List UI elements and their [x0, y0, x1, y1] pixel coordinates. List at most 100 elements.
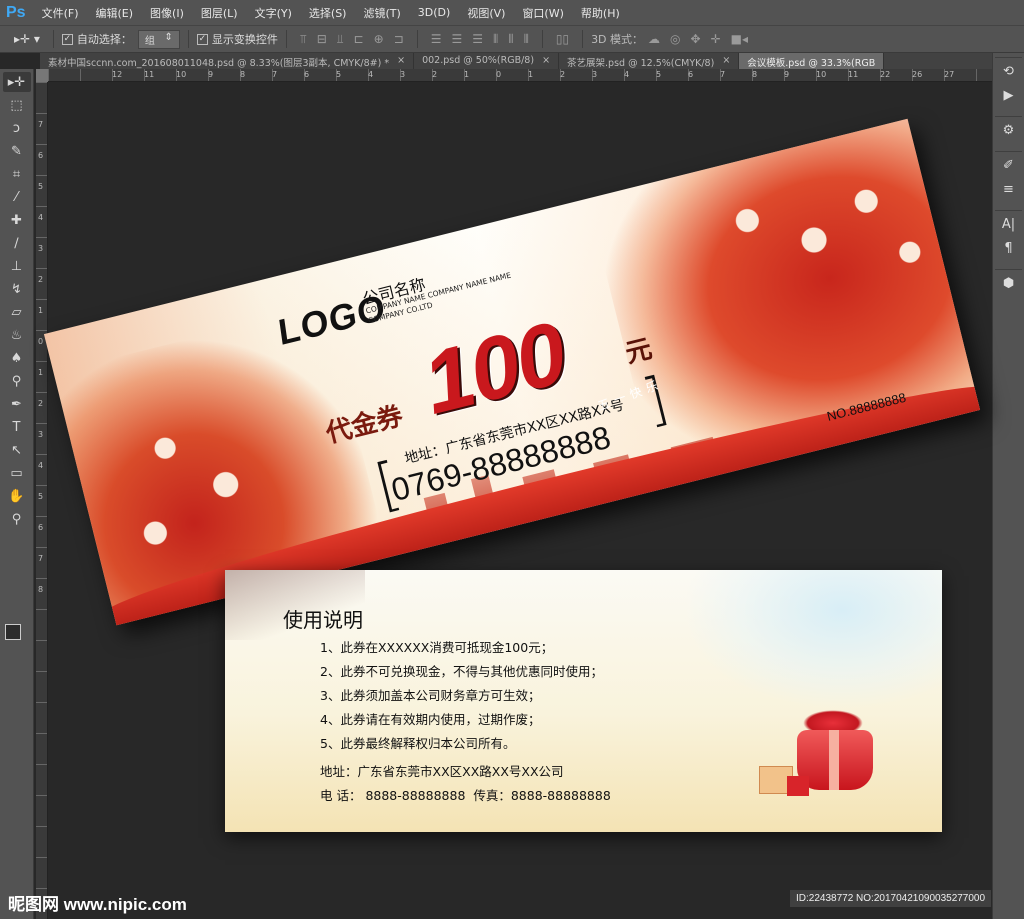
ruler-tick-label: 6	[38, 523, 44, 532]
align-hcenter-icon[interactable]: ⊕	[374, 32, 384, 46]
distribute-left-icon[interactable]: ⦀	[493, 32, 498, 47]
ruler-tick-label: 22	[880, 70, 891, 79]
menu-layer[interactable]: 图层(L)	[201, 5, 238, 21]
panel-group: ✐ ≡	[995, 151, 1022, 206]
3d-pan-icon[interactable]: ✥	[691, 32, 701, 46]
panel-group: A| ¶	[995, 210, 1022, 265]
background-glow	[682, 570, 942, 710]
menu-image[interactable]: 图像(I)	[150, 5, 184, 21]
ruler-tick-label: 7	[720, 70, 726, 79]
menu-type[interactable]: 文字(Y)	[255, 5, 292, 21]
menu-view[interactable]: 视图(V)	[467, 5, 505, 21]
ruler-tick-label: 0	[38, 337, 44, 346]
ruler-tick-label: 1	[38, 368, 44, 377]
3d-panel-icon[interactable]: ⬢	[995, 276, 1022, 300]
instruction-item: 2、此券不可兑换现金，不得与其他优惠同时使用；	[320, 664, 603, 679]
shape-tool-icon[interactable]: ▭	[3, 463, 31, 483]
history-panel-icon[interactable]: ⟲	[995, 64, 1022, 88]
ruler-tick-label: 11	[848, 70, 859, 79]
menu-filter[interactable]: 滤镜(T)	[363, 5, 400, 21]
panel-group: ⚙	[995, 116, 1022, 147]
tab-label: 会议模板.psd @ 33.3%(RGB	[747, 58, 876, 69]
ruler-tick-label: 11	[144, 70, 155, 79]
ruler-tick-label: 1	[464, 70, 470, 79]
menu-edit[interactable]: 编辑(E)	[96, 5, 134, 21]
tab-label: 素材中国sccnn.com_201608011048.psd @ 8.33%(图…	[48, 58, 390, 69]
menu-select[interactable]: 选择(S)	[309, 5, 347, 21]
small-gift-red-icon	[787, 776, 809, 796]
distribute-bottom-icon[interactable]: ☰	[472, 32, 483, 46]
eyedropper-tool-icon[interactable]: ⁄	[3, 187, 31, 207]
distribute-top-icon[interactable]: ☰	[431, 32, 442, 46]
character-panel-icon[interactable]: A|	[995, 217, 1022, 241]
brush-panel-icon[interactable]: ≡	[995, 182, 1022, 206]
3d-roll-icon[interactable]: ◎	[670, 32, 680, 46]
tab-document-4[interactable]: 会议模板.psd @ 33.3%(RGB	[739, 53, 885, 69]
tab-document-1[interactable]: 素材中国sccnn.com_201608011048.psd @ 8.33%(图…	[40, 53, 415, 69]
zoom-tool-icon[interactable]: ⚲	[3, 509, 31, 529]
3d-mode-label: 3D 模式：	[591, 33, 644, 46]
align-vcenter-icon[interactable]: ⊟	[317, 32, 327, 46]
auto-select-dropdown[interactable]: 组 ⇕	[137, 29, 180, 49]
brush-presets-icon[interactable]: ✐	[995, 158, 1022, 182]
move-tool-preset-icon[interactable]: ▸✛ ▾	[14, 32, 40, 46]
menu-window[interactable]: 窗口(W)	[522, 5, 563, 21]
close-icon[interactable]: ×	[397, 55, 405, 69]
ruler-origin[interactable]	[36, 69, 48, 82]
3d-rotate-icon[interactable]: ☁	[648, 32, 660, 46]
menu-file[interactable]: 文件(F)	[42, 5, 79, 21]
ruler-tick-label: 3	[592, 70, 598, 79]
auto-align-icon[interactable]: ▯▯	[556, 32, 569, 46]
marquee-tool-icon[interactable]: ⬚	[3, 95, 31, 115]
ruler-tick-label: 0	[496, 70, 502, 79]
align-bottom-icon[interactable]: ⫫	[337, 32, 344, 47]
ruler-tick-label: 4	[38, 213, 44, 222]
ruler-tick-label: 7	[38, 120, 44, 129]
paint-bucket-icon[interactable]: ♨	[3, 325, 31, 345]
photoshop-logo: Ps	[6, 3, 26, 21]
ruler-tick-label: 9	[208, 70, 214, 79]
show-transform-checkbox[interactable]: ✓	[196, 33, 208, 45]
ruler-tick-label: 7	[272, 70, 278, 79]
lasso-tool-icon[interactable]: ↄ	[3, 118, 31, 138]
crop-tool-icon[interactable]: ⌗	[3, 164, 31, 184]
tab-document-3[interactable]: 茶艺展架.psd @ 12.5%(CMYK/8) ×	[559, 53, 740, 69]
tab-document-2[interactable]: 002.psd @ 50%(RGB/8) ×	[414, 53, 560, 69]
vertical-ruler[interactable]: 7 6 5 4 3 2 1 0 1 2 3 4 5 6 7 8	[36, 82, 48, 919]
move-tool-icon[interactable]: ▸✛	[2, 72, 31, 92]
actions-panel-icon[interactable]: ▶	[995, 88, 1022, 112]
blur-tool-icon[interactable]: ♠	[3, 348, 31, 368]
align-left-icon[interactable]: ⊏	[354, 32, 364, 46]
hand-tool-icon[interactable]: ✋	[3, 486, 31, 506]
3d-slide-icon[interactable]: ✛	[711, 32, 721, 46]
ruler-tick-label: 8	[240, 70, 246, 79]
pen-tool-icon[interactable]: ✒	[3, 394, 31, 414]
distribute-hcenter-icon[interactable]: ⦀	[508, 32, 513, 47]
properties-panel-icon[interactable]: ⚙	[995, 123, 1022, 147]
menu-3d[interactable]: 3D(D)	[418, 6, 451, 19]
foreground-color-swatch[interactable]	[5, 624, 21, 640]
brush-tool-icon[interactable]: ∕	[3, 233, 31, 253]
stamp-tool-icon[interactable]: ⊥	[3, 256, 31, 276]
align-top-icon[interactable]: ⫪	[300, 32, 307, 47]
align-right-icon[interactable]: ⊐	[394, 32, 404, 46]
horizontal-ruler[interactable]: 12 11 10 9 8 7 6 5 4 3 2 1 0 1 2 3 4 5 6 7 8 9 10 11 22 26 27	[48, 69, 992, 82]
distribute-vcenter-icon[interactable]: ☰	[451, 32, 462, 46]
dodge-tool-icon[interactable]: ⚲	[3, 371, 31, 391]
path-select-icon[interactable]: ↖	[3, 440, 31, 460]
auto-select-checkbox[interactable]: ✓	[61, 33, 73, 45]
paragraph-panel-icon[interactable]: ¶	[995, 241, 1022, 265]
eraser-tool-icon[interactable]: ▱	[3, 302, 31, 322]
type-tool-icon[interactable]: T	[3, 417, 31, 437]
close-icon[interactable]: ×	[722, 55, 730, 69]
3d-scale-icon[interactable]: ■◂	[731, 32, 748, 46]
history-brush-icon[interactable]: ↯	[3, 279, 31, 299]
healing-brush-icon[interactable]: ✚	[3, 210, 31, 230]
close-icon[interactable]: ×	[542, 55, 550, 69]
menu-help[interactable]: 帮助(H)	[581, 5, 620, 21]
ruler-tick-label: 3	[38, 244, 44, 253]
right-panel-dock: ⟲ ▶ ⚙ ✐ ≡ A| ¶ ⬢	[992, 53, 1024, 919]
ruler-tick-label: 2	[432, 70, 438, 79]
distribute-right-icon[interactable]: ⦀	[524, 32, 529, 47]
quick-select-tool-icon[interactable]: ✎	[3, 141, 31, 161]
